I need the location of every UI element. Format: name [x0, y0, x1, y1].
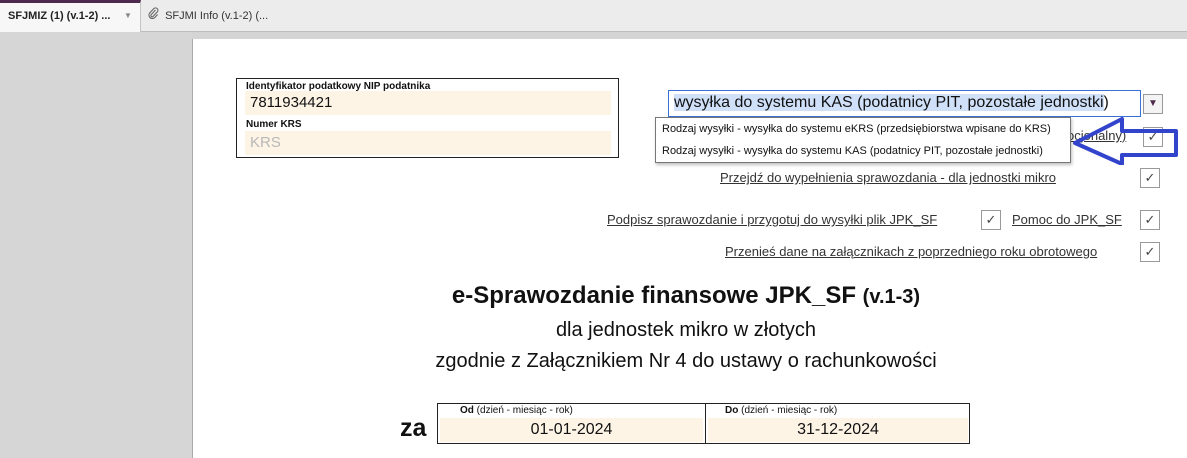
to-date-field[interactable]: 31-12-2024 [708, 418, 968, 442]
tab-sfjmiz[interactable]: SFJMIZ (1) (v.1-2) ... ▼ [0, 0, 141, 32]
submission-type-dropdown: Rodzaj wysyłki - wysyłka do systemu eKRS… [655, 117, 1071, 163]
tab-bar: SFJMIZ (1) (v.1-2) ... ▼ SFJMI Info (v.1… [0, 0, 1187, 32]
paperclip-icon [148, 0, 162, 32]
from-date-field[interactable]: 01-01-2024 [440, 418, 703, 442]
from-date-label: Od (dzień - miesiąc - rok) [460, 405, 573, 416]
tab-sfjmi-info-label: SFJMI Info (v.1-2) (... [165, 10, 269, 22]
transfer-data-checkbox[interactable]: ✓ [1140, 242, 1160, 262]
nip-field[interactable]: 7811934421 [245, 91, 611, 115]
sign-report-link[interactable]: Podpisz sprawozdanie i przygotuj do wysy… [607, 212, 937, 227]
transfer-data-link[interactable]: Przenieś dane na załącznikach z poprzedn… [725, 244, 1097, 259]
taxpayer-id-box: Identyfikator podatkowy NIP podatnika 78… [236, 78, 619, 158]
chevron-down-icon[interactable]: ▼ [1143, 94, 1163, 114]
help-checkbox[interactable]: ✓ [1140, 210, 1160, 230]
document-legal-basis: zgodnie z Załącznikiem Nr 4 do ustawy o … [435, 350, 937, 372]
document-title-text: e-Sprawozdanie finansowe JPK_SF [451, 282, 856, 309]
krs-label: Numer KRS [246, 119, 302, 130]
dropdown-option-ekrs[interactable]: Rodzaj wysyłki - wysyłka do systemu eKRS… [662, 123, 1051, 135]
krs-field[interactable]: KRS [245, 131, 611, 155]
sign-report-checkbox[interactable]: ✓ [981, 210, 1001, 230]
annotation-arrow-icon [1073, 117, 1178, 165]
submission-type-suffix: ) [1103, 94, 1109, 111]
document-title: e-Sprawozdanie finansowe JPK_SF (v.1-3) [300, 282, 1072, 310]
go-to-micro-link[interactable]: Przejdź do wypełnienia sprawozdania - dl… [720, 170, 1056, 185]
tab-sfjmi-info[interactable]: SFJMI Info (v.1-2) (... [148, 0, 308, 32]
tab-sfjmiz-label: SFJMIZ (1) (v.1-2) ... [8, 10, 111, 22]
dropdown-option-kas[interactable]: Rodzaj wysyłki - wysyłka do systemu KAS … [662, 145, 1043, 157]
go-to-micro-checkbox[interactable]: ✓ [1140, 168, 1160, 188]
period-box: Od (dzień - miesiąc - rok) 01-01-2024 Do… [437, 403, 970, 444]
left-pane [0, 32, 192, 458]
period-divider [705, 404, 706, 443]
chevron-down-icon[interactable]: ▼ [124, 3, 132, 29]
submission-type-select[interactable]: wysyłka do systemu KAS (podatnicy PIT, p… [668, 90, 1141, 117]
document-version: (v.1-3) [862, 286, 921, 308]
submission-type-value: wysyłka do systemu KAS (podatnicy PIT, p… [674, 94, 1104, 111]
document-subtitle: dla jednostek mikro w złotych [555, 319, 817, 341]
period-label: za [400, 414, 427, 442]
to-date-label: Do (dzień - miesiąc - rok) [725, 405, 838, 416]
help-link[interactable]: Pomoc do JPK_SF [1012, 212, 1122, 227]
